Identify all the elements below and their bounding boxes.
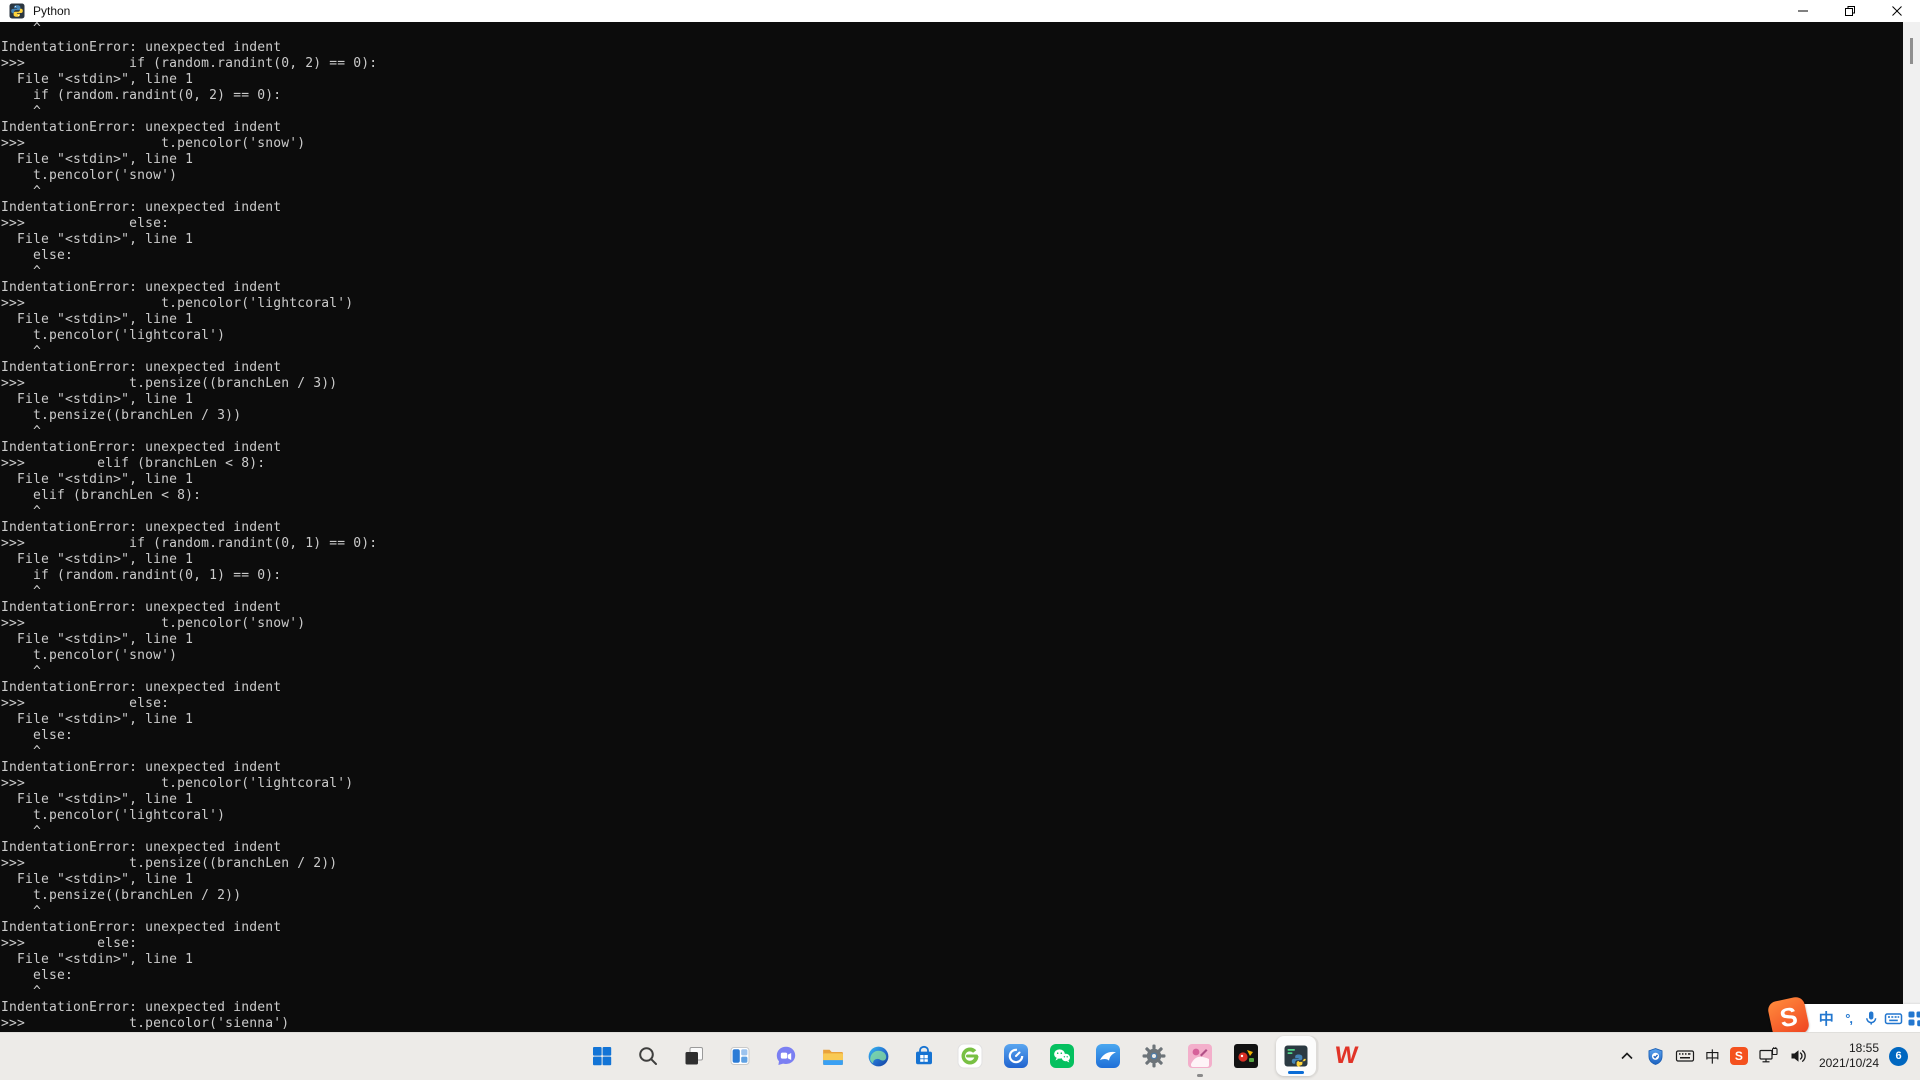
console-error-block: IndentationError: unexpected indent >>> … (0, 680, 1903, 760)
console-error-block: IndentationError: unexpected indent >>> … (0, 600, 1903, 680)
file-explorer-button[interactable] (816, 1040, 848, 1072)
mic-icon (1862, 1009, 1880, 1027)
desktop: Python ^ Indentat (0, 0, 1920, 1080)
volume-tray-button[interactable] (1789, 1044, 1809, 1068)
widgets-button[interactable] (724, 1040, 756, 1072)
wechat-button[interactable] (1046, 1040, 1078, 1072)
gear-icon (1141, 1043, 1167, 1069)
search-button[interactable] (632, 1040, 664, 1072)
sogou-browser-icon (1003, 1043, 1029, 1069)
wps-office-button[interactable]: W (1330, 1040, 1362, 1072)
thunder-button[interactable] (1092, 1040, 1124, 1072)
notification-count-badge[interactable]: 6 (1889, 1047, 1908, 1066)
python-console-taskbar-button[interactable] (1276, 1036, 1316, 1076)
clock-date: 2021/10/24 (1819, 1056, 1879, 1071)
keyboard-icon (1884, 1009, 1903, 1028)
sogou-tray-button[interactable]: S (1730, 1044, 1748, 1068)
touch-keyboard-tray-button[interactable] (1675, 1044, 1695, 1068)
sogou-s-icon: S (1730, 1047, 1748, 1065)
console-scrollbar[interactable] (1903, 22, 1920, 1032)
console-error-block: IndentationError: unexpected indent >>> … (0, 120, 1903, 200)
wechat-icon (1049, 1043, 1075, 1069)
store-bag-icon (912, 1044, 936, 1068)
folder-icon (820, 1044, 845, 1069)
window-titlebar[interactable]: Python (0, 0, 1920, 22)
grid-icon (1906, 1009, 1920, 1028)
restore-button[interactable] (1826, 0, 1873, 22)
ime-toolbox-button[interactable] (1906, 1006, 1920, 1030)
chat-icon (774, 1044, 798, 1068)
picture-app-icon (1187, 1043, 1213, 1069)
touch-keyboard-icon (1675, 1046, 1695, 1066)
console-error-block: IndentationError: unexpected indent >>> … (0, 1000, 1903, 1032)
python-console-output[interactable]: ^ IndentationError: unexpected indent >>… (0, 22, 1903, 1032)
python-app-icon (9, 3, 25, 19)
sogou-ime-bar[interactable]: S 中 °, (1786, 1004, 1920, 1032)
search-icon (636, 1044, 660, 1068)
pictures-app-button[interactable] (1184, 1040, 1216, 1072)
python-console-icon (1283, 1043, 1309, 1069)
console-partial-caret-line: ^ (0, 22, 1903, 40)
wps-w-icon: W (1333, 1044, 1358, 1068)
security-shield-tray-button[interactable] (1646, 1044, 1665, 1068)
browser-360-button[interactable] (954, 1040, 986, 1072)
speaker-icon (1789, 1047, 1809, 1065)
system-tray: 中 S 18:55 2021/10/24 6 (1618, 1032, 1920, 1080)
console-error-block: IndentationError: unexpected indent >>> … (0, 520, 1903, 600)
console-error-block: IndentationError: unexpected indent >>> … (0, 840, 1903, 920)
console-error-block: IndentationError: unexpected indent >>> … (0, 360, 1903, 440)
console-error-block: IndentationError: unexpected indent >>> … (0, 200, 1903, 280)
edge-button[interactable] (862, 1040, 894, 1072)
sogou-logo-letter: S (1777, 1001, 1799, 1035)
edge-icon (866, 1044, 891, 1069)
start-button[interactable] (586, 1040, 618, 1072)
clock[interactable]: 18:55 2021/10/24 (1819, 1041, 1879, 1071)
browser-360-icon (957, 1043, 983, 1069)
active-window-indicator (1288, 1071, 1304, 1074)
ime-indicator-tray-button[interactable]: 中 (1705, 1044, 1720, 1068)
taskbar-icons: W (586, 1032, 1362, 1080)
ethernet-network-icon (1758, 1046, 1779, 1066)
game-app-button[interactable] (1230, 1040, 1262, 1072)
task-view-icon (682, 1044, 706, 1068)
restore-icon (1844, 5, 1856, 17)
network-tray-button[interactable] (1758, 1044, 1779, 1068)
console-error-block: IndentationError: unexpected indent >>> … (0, 280, 1903, 360)
ime-mic-button[interactable] (1861, 1006, 1881, 1030)
console-error-block: IndentationError: unexpected indent >>> … (0, 760, 1903, 840)
chevron-up-icon (1618, 1047, 1636, 1065)
window-title: Python (33, 0, 70, 22)
store-button[interactable] (908, 1040, 940, 1072)
shield-icon (1646, 1047, 1665, 1066)
running-indicator-dot (1197, 1074, 1203, 1077)
ime-keyboard-button[interactable] (1883, 1006, 1903, 1030)
widgets-icon (728, 1044, 752, 1068)
ime-language-mode-button[interactable]: 中 (1816, 1006, 1836, 1030)
minimize-button[interactable] (1779, 0, 1826, 22)
close-icon (1891, 5, 1903, 17)
console-error-block: IndentationError: unexpected indent >>> … (0, 920, 1903, 1000)
minimize-icon (1797, 5, 1809, 17)
tray-overflow-button[interactable] (1618, 1044, 1636, 1068)
game-app-icon (1233, 1043, 1259, 1069)
clock-time: 18:55 (1849, 1041, 1879, 1056)
task-view-button[interactable] (678, 1040, 710, 1072)
scrollbar-thumb[interactable] (1910, 38, 1913, 64)
thunder-bird-icon (1095, 1043, 1121, 1069)
console-error-block: IndentationError: unexpected indent >>> … (0, 40, 1903, 120)
console-error-blocks: IndentationError: unexpected indent >>> … (0, 40, 1903, 1032)
console-error-block: IndentationError: unexpected indent >>> … (0, 440, 1903, 520)
settings-button[interactable] (1138, 1040, 1170, 1072)
close-button[interactable] (1873, 0, 1920, 22)
ime-punctuation-button[interactable]: °, (1838, 1006, 1858, 1030)
sogou-browser-button[interactable] (1000, 1040, 1032, 1072)
windows-logo-icon (590, 1044, 614, 1068)
chat-button[interactable] (770, 1040, 802, 1072)
